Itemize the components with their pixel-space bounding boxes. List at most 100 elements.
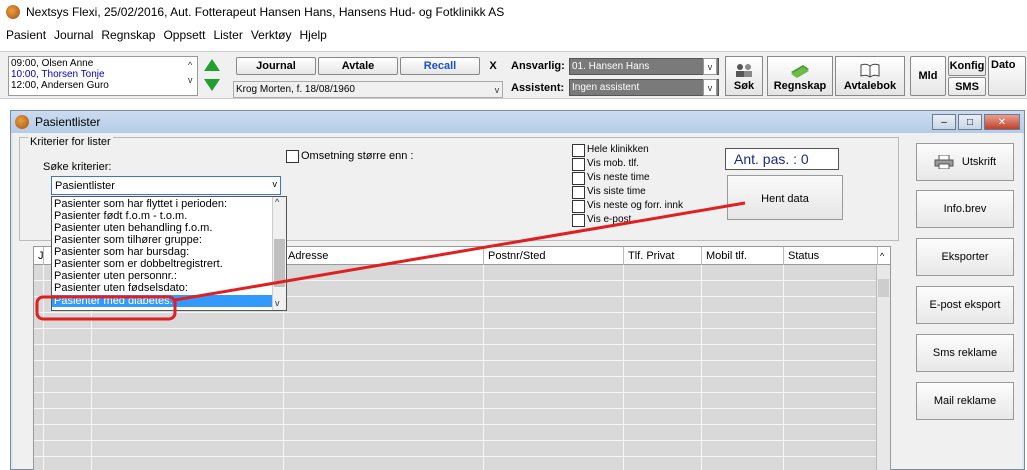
- table-cell: [624, 361, 702, 377]
- minimize-icon[interactable]: –: [932, 114, 956, 130]
- table-cell: [784, 313, 879, 329]
- close-patient-button[interactable]: X: [484, 57, 502, 75]
- search-criteria-dropdown[interactable]: Pasienter som har flyttet i perioden: Pa…: [51, 196, 287, 311]
- table-cell: [44, 361, 92, 377]
- avtale-button[interactable]: Avtale: [318, 57, 398, 75]
- table-cell: [44, 345, 92, 361]
- menu-journal[interactable]: Journal: [54, 28, 93, 42]
- table-row[interactable]: [34, 329, 879, 345]
- next-arrow-icon[interactable]: [204, 79, 220, 91]
- list-item[interactable]: 10:00, Thorsen Tonje: [11, 69, 195, 80]
- column-header[interactable]: Adresse: [284, 247, 484, 265]
- omsetning-label: Omsetning større enn :: [301, 150, 414, 162]
- vis-neste-time-checkbox[interactable]: [572, 172, 585, 185]
- table-row[interactable]: [34, 457, 879, 470]
- menu-pasient[interactable]: Pasient: [6, 28, 46, 42]
- column-header[interactable]: Status: [784, 247, 878, 265]
- dialog-titlebar: Pasientlister – □ ✕: [11, 111, 1024, 133]
- table-cell: [34, 377, 44, 393]
- dropdown-option[interactable]: Pasienter født f.o.m - t.o.m.: [54, 210, 187, 222]
- table-cell: [702, 329, 784, 345]
- vis-epost-checkbox[interactable]: [572, 214, 585, 227]
- table-cell: [624, 409, 702, 425]
- column-header[interactable]: Postnr/Sted: [484, 247, 624, 265]
- appointment-list[interactable]: 09:00, Olsen Anne 10:00, Thorsen Tonje 1…: [8, 56, 198, 96]
- dropdown-scrollbar[interactable]: ^ v: [272, 197, 286, 310]
- mail-reklame-button[interactable]: Mail reklame: [916, 382, 1014, 420]
- vis-siste-time-checkbox[interactable]: [572, 186, 585, 199]
- dropdown-option[interactable]: Pasienter som tilhører gruppe:: [54, 234, 202, 246]
- epost-eksport-button[interactable]: E-post eksport: [916, 286, 1014, 324]
- info-brev-button[interactable]: Info.brev: [916, 190, 1014, 228]
- chevron-down-icon[interactable]: v: [703, 58, 717, 75]
- close-icon[interactable]: ✕: [984, 114, 1020, 130]
- table-cell: [784, 457, 879, 470]
- column-header[interactable]: Tlf. Privat: [624, 247, 702, 265]
- chevron-down-icon[interactable]: v: [275, 298, 280, 308]
- column-header[interactable]: J: [34, 247, 44, 265]
- dropdown-option[interactable]: Pasienter uten fødselsdato:: [54, 282, 188, 291]
- dropdown-option[interactable]: Pasienter som er dobbeltregistrert.: [54, 258, 223, 270]
- scroll-thumb[interactable]: [274, 239, 285, 287]
- dato-button[interactable]: Dato: [988, 56, 1026, 96]
- table-row[interactable]: [34, 345, 879, 361]
- table-row[interactable]: [34, 393, 879, 409]
- ansvarlig-select[interactable]: 01. Hansen Hans: [569, 58, 719, 75]
- column-header[interactable]: Mobil tlf.: [702, 247, 784, 265]
- table-cell: [484, 313, 624, 329]
- menu-hjelp[interactable]: Hjelp: [300, 28, 327, 42]
- recall-button[interactable]: Recall: [400, 57, 480, 75]
- hele-klinikken-checkbox[interactable]: [572, 144, 585, 157]
- vis-mob-checkbox[interactable]: [572, 158, 585, 171]
- dropdown-option[interactable]: Pasienter uten personnr.:: [54, 270, 177, 282]
- search-criteria-select[interactable]: Pasientlister v: [51, 176, 281, 195]
- table-cell: [484, 457, 624, 470]
- hent-data-button[interactable]: Hent data: [727, 175, 843, 220]
- table-cell: [624, 441, 702, 457]
- dropdown-option[interactable]: Pasienter uten behandling f.o.m.: [54, 222, 212, 234]
- maximize-icon[interactable]: □: [958, 114, 982, 130]
- sms-reklame-button[interactable]: Sms reklame: [916, 334, 1014, 372]
- utskrift-button[interactable]: Utskrift: [916, 143, 1014, 181]
- chevron-up-icon[interactable]: ^: [878, 247, 890, 265]
- menu-verktoy[interactable]: Verktøy: [251, 28, 292, 42]
- list-item[interactable]: 09:00, Olsen Anne: [11, 58, 195, 69]
- previous-arrow-icon[interactable]: [204, 59, 220, 71]
- chevron-down-icon[interactable]: v: [490, 81, 504, 98]
- patient-field[interactable]: Krog Morten, f. 18/08/1960: [233, 81, 503, 98]
- ansvarlig-label: Ansvarlig:: [511, 60, 565, 72]
- assistent-select[interactable]: Ingen assistent: [569, 79, 719, 96]
- sms-button[interactable]: SMS: [948, 77, 986, 96]
- table-row[interactable]: [34, 361, 879, 377]
- regnskap-button[interactable]: Regnskap: [767, 56, 833, 96]
- table-row[interactable]: [34, 441, 879, 457]
- list-item[interactable]: 12:00, Andersen Guro: [11, 80, 195, 91]
- appointment-scroll[interactable]: ^ v: [188, 58, 193, 88]
- avtalebok-button[interactable]: Avtalebok: [835, 56, 905, 96]
- people-search-icon: [736, 64, 752, 77]
- table-row[interactable]: [34, 409, 879, 425]
- table-cell: [784, 441, 879, 457]
- sok-button[interactable]: Søk: [725, 56, 763, 96]
- chevron-down-icon[interactable]: v: [703, 79, 717, 96]
- table-cell: [624, 329, 702, 345]
- vis-neste-forr-checkbox[interactable]: [572, 200, 585, 213]
- scroll-thumb[interactable]: [878, 279, 889, 297]
- dropdown-option-selected[interactable]: Pasienter med diabetes:: [52, 295, 272, 307]
- menu-lister[interactable]: Lister: [213, 28, 242, 42]
- eksporter-button[interactable]: Eksporter: [916, 238, 1014, 276]
- menu-regnskap[interactable]: Regnskap: [101, 28, 155, 42]
- dropdown-option[interactable]: Pasienter som har flyttet i perioden:: [54, 198, 227, 210]
- table-row[interactable]: [34, 313, 879, 329]
- menu-oppsett[interactable]: Oppsett: [163, 28, 205, 42]
- journal-button[interactable]: Journal: [236, 57, 316, 75]
- mld-button[interactable]: Mld: [910, 56, 946, 96]
- table-cell: [44, 329, 92, 345]
- chevron-up-icon[interactable]: ^: [275, 197, 279, 207]
- table-row[interactable]: [34, 377, 879, 393]
- konfig-button[interactable]: Konfig: [948, 56, 986, 76]
- table-row[interactable]: [34, 425, 879, 441]
- grid-scrollbar[interactable]: [876, 265, 890, 470]
- dropdown-option[interactable]: Pasienter som har bursdag:: [54, 246, 189, 258]
- omsetning-checkbox[interactable]: [286, 150, 299, 163]
